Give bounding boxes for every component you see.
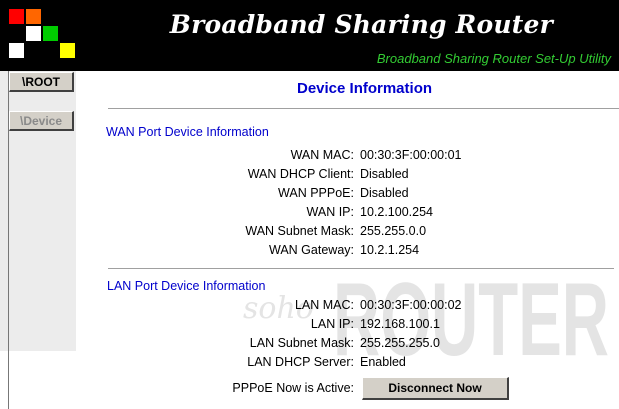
wan-subnet-value: 255.255.0.0 xyxy=(360,224,427,238)
wan-dhcp-value: Disabled xyxy=(360,167,409,181)
logo-square-orange xyxy=(26,9,41,24)
lan-subnet-label: LAN Subnet Mask: xyxy=(249,336,354,350)
wan-dhcp-label: WAN DHCP Client: xyxy=(247,167,354,181)
wan-subnet-row: WAN Subnet Mask: 255.255.0.0 xyxy=(100,224,610,242)
lan-mac-row: LAN MAC: 00:30:3F:00:00:02 xyxy=(100,298,610,316)
logo-square-green xyxy=(43,26,58,41)
lan-mac-label: LAN MAC: xyxy=(294,298,354,312)
wan-ip-label: WAN IP: xyxy=(306,205,354,219)
wan-pppoe-label: WAN PPPoE: xyxy=(278,186,354,200)
page-title: Device Information xyxy=(296,80,433,97)
lan-dhcp-value: Enabled xyxy=(360,355,406,369)
wan-ip-value: 10.2.100.254 xyxy=(360,205,433,219)
wan-pppoe-value: Disabled xyxy=(360,186,409,200)
lan-subnet-value: 255.255.255.0 xyxy=(360,336,440,350)
app-title: Broadband Sharing Router xyxy=(169,10,553,39)
sidebar-item-device[interactable]: \Device xyxy=(9,111,74,131)
logo-square-yellow xyxy=(60,43,75,58)
wan-mac-row: WAN MAC: 00:30:3F:00:00:01 xyxy=(100,148,610,166)
pppoe-status-label: PPPoE Now is Active: xyxy=(232,381,354,395)
wan-pppoe-row: WAN PPPoE: Disabled xyxy=(100,186,610,204)
wan-gateway-row: WAN Gateway: 10.2.1.254 xyxy=(100,243,610,261)
lan-ip-row: LAN IP: 192.168.100.1 xyxy=(100,317,610,335)
lan-section-title: LAN Port Device Information xyxy=(107,279,266,293)
wan-section-title: WAN Port Device Information xyxy=(106,125,269,139)
divider xyxy=(108,108,619,110)
lan-subnet-row: LAN Subnet Mask: 255.255.255.0 xyxy=(100,336,610,354)
logo-square-white-2 xyxy=(9,43,24,58)
lan-dhcp-row: LAN DHCP Server: Enabled xyxy=(100,355,610,373)
lan-ip-value: 192.168.100.1 xyxy=(360,317,440,331)
wan-subnet-label: WAN Subnet Mask: xyxy=(245,224,354,238)
logo-square-red xyxy=(9,9,24,24)
wan-dhcp-row: WAN DHCP Client: Disabled xyxy=(100,167,610,185)
wan-gateway-label: WAN Gateway: xyxy=(269,243,354,257)
pppoe-status-row: PPPoE Now is Active: xyxy=(100,381,610,399)
wan-gateway-value: 10.2.1.254 xyxy=(360,243,420,257)
wan-ip-row: WAN IP: 10.2.100.254 xyxy=(100,205,610,223)
wan-mac-label: WAN MAC: xyxy=(290,148,354,162)
lan-ip-label: LAN IP: xyxy=(310,317,354,331)
disconnect-button[interactable]: Disconnect Now xyxy=(362,377,509,400)
wan-mac-value: 00:30:3F:00:00:01 xyxy=(360,148,462,162)
lan-mac-value: 00:30:3F:00:00:02 xyxy=(360,298,462,312)
header-bar: Broadband Sharing Router Broadband Shari… xyxy=(0,0,619,71)
divider xyxy=(108,268,614,270)
sidebar-item-root[interactable]: \ROOT xyxy=(9,72,74,92)
app-subtitle: Broadband Sharing Router Set-Up Utility xyxy=(376,51,611,66)
logo-square-white xyxy=(26,26,41,41)
lan-dhcp-label: LAN DHCP Server: xyxy=(247,355,354,369)
